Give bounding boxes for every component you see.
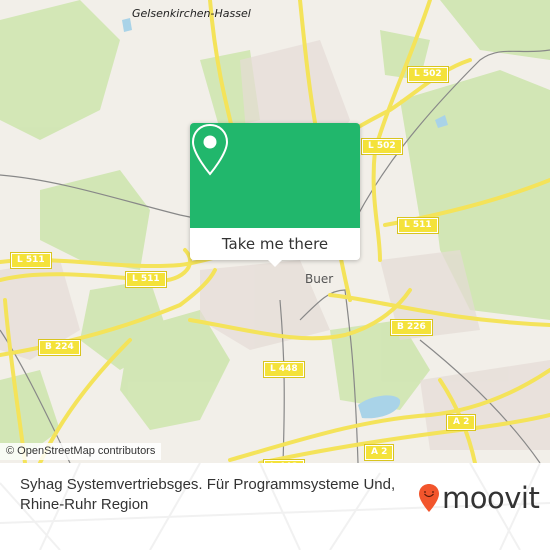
road-shield-l511: L 511 [125, 271, 167, 288]
road-shield-a2: A 2 [445, 414, 477, 431]
footer: Syhag Systemvertriebsges. Für Programmsy… [0, 463, 550, 550]
popup-tail [267, 259, 283, 267]
place-title: Syhag Systemvertriebsges. Für Programmsy… [20, 476, 396, 513]
map[interactable]: Gelsenkirchen-Hassel Buer L 502 L 502 L … [0, 0, 550, 463]
moovit-logo[interactable]: moovit [418, 481, 540, 515]
osm-attribution[interactable]: © OpenStreetMap contributors [0, 443, 162, 460]
popup-header [190, 123, 360, 228]
moovit-pin-icon [419, 484, 439, 512]
road-shield-l511: L 511 [10, 252, 52, 269]
road-shield-b224: B 224 [38, 339, 81, 356]
map-pin-icon [191, 123, 229, 176]
road-shield-b226: B 226 [390, 319, 433, 336]
road-shield-l511: L 511 [397, 217, 439, 234]
road-shield-l502: L 502 [361, 138, 403, 155]
place-label-buer: Buer [305, 272, 334, 286]
take-me-there-button[interactable]: Take me there [190, 228, 360, 260]
moovit-wordmark: moovit [442, 481, 540, 515]
place-label-gelsenkirchen-hassel: Gelsenkirchen-Hassel [132, 7, 251, 20]
road-shield-l502: L 502 [407, 66, 449, 83]
location-popup[interactable]: Take me there [190, 123, 360, 267]
road-shield-a2: A 2 [363, 444, 395, 461]
road-shield-l448: L 448 [263, 361, 305, 378]
